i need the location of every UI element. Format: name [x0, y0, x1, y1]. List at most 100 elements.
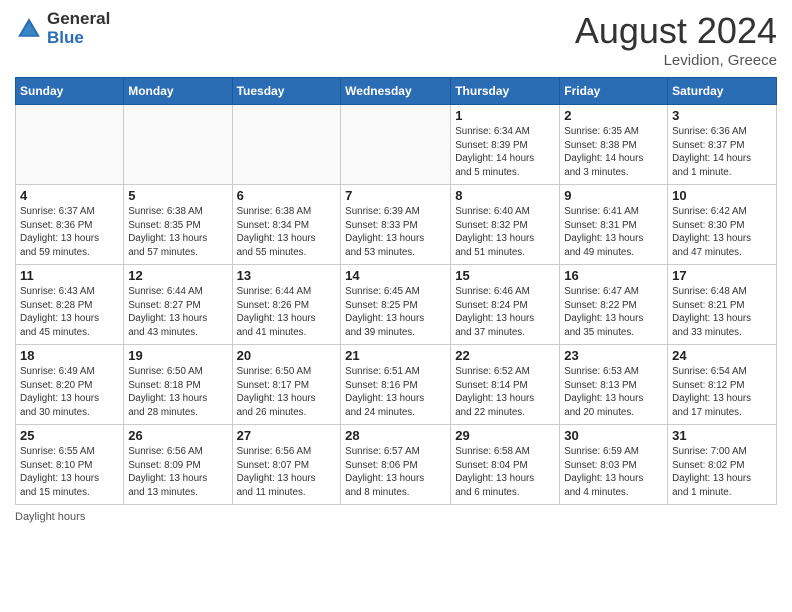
calendar-cell: 27 Sunrise: 6:56 AM Sunset: 8:07 PM Dayli…: [232, 425, 341, 505]
calendar-cell: 6Sunrise: 6:38 AM Sunset: 8:34 PM Daylig…: [232, 185, 341, 265]
day-number: 4: [20, 188, 119, 203]
logo-blue-text: Blue: [47, 29, 110, 48]
day-number: 5: [128, 188, 227, 203]
calendar-cell: 12 Sunrise: 6:44 AM Sunset: 8:27 PM Dayli…: [124, 265, 232, 345]
calendar-cell: 31 Sunrise: 7:00 AM Sunset: 8:02 PM Dayli…: [668, 425, 777, 505]
day-number: 16: [564, 268, 663, 283]
day-info: Sunrise: 6:42 AM Sunset: 8:30 PM Dayligh…: [672, 205, 772, 260]
day-number: 25: [20, 428, 119, 443]
day-info: Sunrise: 6:37 AM Sunset: 8:36 PM Dayligh…: [20, 205, 119, 260]
calendar-cell: 23 Sunrise: 6:53 AM Sunset: 8:13 PM Dayli…: [560, 345, 668, 425]
calendar-cell: [232, 105, 341, 185]
footer-note: Daylight hours: [15, 511, 777, 523]
day-number: 24: [672, 348, 772, 363]
calendar-table: SundayMondayTuesdayWednesdayThursdayFrid…: [15, 77, 777, 505]
calendar-cell: 7 Sunrise: 6:39 AM Sunset: 8:33 PM Daylig…: [341, 185, 451, 265]
day-number: 17: [672, 268, 772, 283]
day-info: Sunrise: 6:50 AM Sunset: 8:18 PM Dayligh…: [128, 365, 227, 420]
day-info: Sunrise: 6:51 AM Sunset: 8:16 PM Dayligh…: [345, 365, 446, 420]
day-number: 15: [455, 268, 555, 283]
day-number: 13: [237, 268, 337, 283]
day-number: 27: [237, 428, 337, 443]
day-info: Sunrise: 6:34 AM Sunset: 8:39 PM Dayligh…: [455, 125, 555, 180]
day-info: Sunrise: 6:36 AM Sunset: 8:37 PM Dayligh…: [672, 125, 772, 180]
calendar-cell: 13Sunrise: 6:44 AM Sunset: 8:26 PM Dayli…: [232, 265, 341, 345]
calendar-cell: 26Sunrise: 6:56 AM Sunset: 8:09 PM Dayli…: [124, 425, 232, 505]
calendar-cell: 25 Sunrise: 6:55 AM Sunset: 8:10 PM Dayli…: [16, 425, 124, 505]
calendar-cell: 5 Sunrise: 6:38 AM Sunset: 8:35 PM Daylig…: [124, 185, 232, 265]
day-info: Sunrise: 6:49 AM Sunset: 8:20 PM Dayligh…: [20, 365, 119, 420]
day-info: Sunrise: 7:00 AM Sunset: 8:02 PM Dayligh…: [672, 445, 772, 500]
day-number: 7: [345, 188, 446, 203]
calendar-week-5: 25 Sunrise: 6:55 AM Sunset: 8:10 PM Dayli…: [16, 425, 777, 505]
page: General Blue August 2024 Levidion, Greec…: [0, 0, 792, 612]
day-number: 20: [237, 348, 337, 363]
day-info: Sunrise: 6:47 AM Sunset: 8:22 PM Dayligh…: [564, 285, 663, 340]
calendar-cell: 20 Sunrise: 6:50 AM Sunset: 8:17 PM Dayli…: [232, 345, 341, 425]
month-year: August 2024: [575, 10, 777, 52]
calendar-cell: 24 Sunrise: 6:54 AM Sunset: 8:12 PM Dayli…: [668, 345, 777, 425]
day-info: Sunrise: 6:44 AM Sunset: 8:27 PM Dayligh…: [128, 285, 227, 340]
day-number: 19: [128, 348, 227, 363]
day-info: Sunrise: 6:55 AM Sunset: 8:10 PM Dayligh…: [20, 445, 119, 500]
day-number: 3: [672, 108, 772, 123]
calendar-cell: 4 Sunrise: 6:37 AM Sunset: 8:36 PM Daylig…: [16, 185, 124, 265]
calendar-cell: [124, 105, 232, 185]
calendar-cell: 29Sunrise: 6:58 AM Sunset: 8:04 PM Dayli…: [451, 425, 560, 505]
day-info: Sunrise: 6:38 AM Sunset: 8:35 PM Dayligh…: [128, 205, 227, 260]
calendar-cell: [341, 105, 451, 185]
day-number: 10: [672, 188, 772, 203]
calendar-cell: 8Sunrise: 6:40 AM Sunset: 8:32 PM Daylig…: [451, 185, 560, 265]
day-info: Sunrise: 6:59 AM Sunset: 8:03 PM Dayligh…: [564, 445, 663, 500]
calendar-cell: 28 Sunrise: 6:57 AM Sunset: 8:06 PM Dayli…: [341, 425, 451, 505]
day-header-thursday: Thursday: [451, 78, 560, 105]
day-number: 18: [20, 348, 119, 363]
day-header-monday: Monday: [124, 78, 232, 105]
day-info: Sunrise: 6:57 AM Sunset: 8:06 PM Dayligh…: [345, 445, 446, 500]
logo-icon: [15, 15, 43, 43]
day-number: 14: [345, 268, 446, 283]
day-info: Sunrise: 6:35 AM Sunset: 8:38 PM Dayligh…: [564, 125, 663, 180]
day-number: 31: [672, 428, 772, 443]
day-info: Sunrise: 6:53 AM Sunset: 8:13 PM Dayligh…: [564, 365, 663, 420]
day-info: Sunrise: 6:50 AM Sunset: 8:17 PM Dayligh…: [237, 365, 337, 420]
day-header-tuesday: Tuesday: [232, 78, 341, 105]
calendar-cell: 30 Sunrise: 6:59 AM Sunset: 8:03 PM Dayli…: [560, 425, 668, 505]
calendar-header-row: SundayMondayTuesdayWednesdayThursdayFrid…: [16, 78, 777, 105]
day-number: 21: [345, 348, 446, 363]
logo-general-text: General: [47, 10, 110, 29]
day-header-sunday: Sunday: [16, 78, 124, 105]
calendar-cell: 22Sunrise: 6:52 AM Sunset: 8:14 PM Dayli…: [451, 345, 560, 425]
header: General Blue August 2024 Levidion, Greec…: [15, 10, 777, 69]
title-block: August 2024 Levidion, Greece: [575, 10, 777, 69]
day-info: Sunrise: 6:39 AM Sunset: 8:33 PM Dayligh…: [345, 205, 446, 260]
calendar-cell: [16, 105, 124, 185]
day-number: 28: [345, 428, 446, 443]
day-number: 23: [564, 348, 663, 363]
day-info: Sunrise: 6:41 AM Sunset: 8:31 PM Dayligh…: [564, 205, 663, 260]
day-info: Sunrise: 6:54 AM Sunset: 8:12 PM Dayligh…: [672, 365, 772, 420]
day-info: Sunrise: 6:43 AM Sunset: 8:28 PM Dayligh…: [20, 285, 119, 340]
calendar-cell: 14 Sunrise: 6:45 AM Sunset: 8:25 PM Dayli…: [341, 265, 451, 345]
day-number: 1: [455, 108, 555, 123]
day-number: 9: [564, 188, 663, 203]
day-info: Sunrise: 6:52 AM Sunset: 8:14 PM Dayligh…: [455, 365, 555, 420]
day-number: 8: [455, 188, 555, 203]
calendar-cell: 21 Sunrise: 6:51 AM Sunset: 8:16 PM Dayli…: [341, 345, 451, 425]
day-info: Sunrise: 6:56 AM Sunset: 8:07 PM Dayligh…: [237, 445, 337, 500]
day-info: Sunrise: 6:46 AM Sunset: 8:24 PM Dayligh…: [455, 285, 555, 340]
day-number: 12: [128, 268, 227, 283]
calendar-week-1: 1 Sunrise: 6:34 AM Sunset: 8:39 PM Daylig…: [16, 105, 777, 185]
calendar-cell: 15 Sunrise: 6:46 AM Sunset: 8:24 PM Dayli…: [451, 265, 560, 345]
day-info: Sunrise: 6:58 AM Sunset: 8:04 PM Dayligh…: [455, 445, 555, 500]
day-info: Sunrise: 6:56 AM Sunset: 8:09 PM Dayligh…: [128, 445, 227, 500]
day-header-saturday: Saturday: [668, 78, 777, 105]
calendar-cell: 19 Sunrise: 6:50 AM Sunset: 8:18 PM Dayli…: [124, 345, 232, 425]
day-number: 11: [20, 268, 119, 283]
day-info: Sunrise: 6:45 AM Sunset: 8:25 PM Dayligh…: [345, 285, 446, 340]
calendar-week-4: 18 Sunrise: 6:49 AM Sunset: 8:20 PM Dayli…: [16, 345, 777, 425]
day-number: 30: [564, 428, 663, 443]
calendar-cell: 3 Sunrise: 6:36 AM Sunset: 8:37 PM Daylig…: [668, 105, 777, 185]
calendar-cell: 10 Sunrise: 6:42 AM Sunset: 8:30 PM Dayli…: [668, 185, 777, 265]
logo: General Blue: [15, 10, 110, 47]
